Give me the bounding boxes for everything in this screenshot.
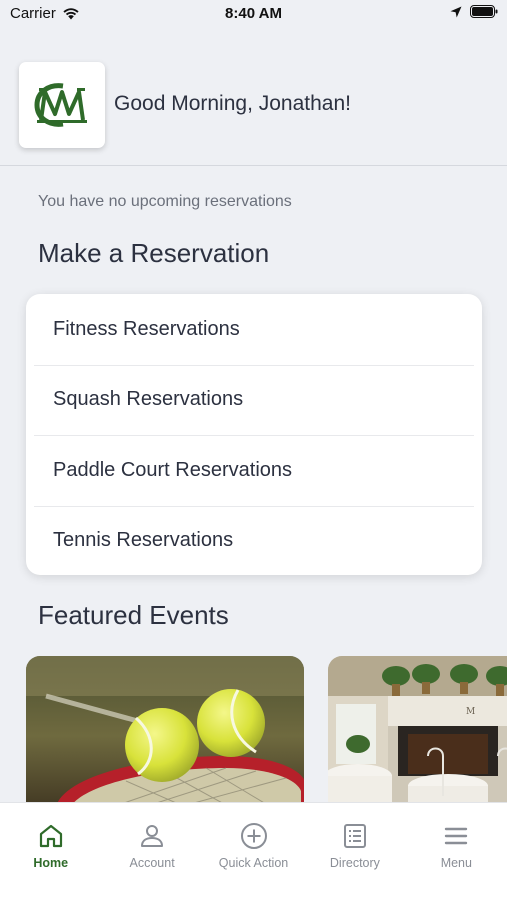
tab-home[interactable]: Home bbox=[0, 803, 101, 900]
tab-label: Quick Action bbox=[218, 856, 289, 870]
reservation-item-fitness[interactable]: Fitness Reservations bbox=[26, 294, 482, 365]
reservation-item-label: Tennis Reservations bbox=[53, 529, 234, 552]
tab-account[interactable]: Account bbox=[101, 803, 202, 900]
reservation-item-label: Paddle Court Reservations bbox=[53, 458, 293, 481]
header: Good Morning, Jonathan! bbox=[0, 52, 507, 166]
make-reservation-title: Make a Reservation bbox=[38, 238, 270, 268]
event-card-dining[interactable]: M bbox=[328, 656, 507, 802]
reservation-item-squash[interactable]: Squash Reservations bbox=[26, 364, 482, 436]
battery-icon bbox=[470, 5, 498, 18]
reservation-item-paddle-court[interactable]: Paddle Court Reservations bbox=[26, 435, 482, 506]
tab-label: Home bbox=[33, 856, 69, 870]
featured-events-carousel[interactable]: M bbox=[26, 656, 507, 802]
list-icon bbox=[343, 824, 366, 848]
reservation-item-label: Squash Reservations bbox=[53, 388, 244, 411]
club-monogram-logo bbox=[34, 83, 87, 127]
dining-event-image: M bbox=[328, 656, 507, 802]
status-bar: Carrier 8:40 AM bbox=[0, 0, 507, 28]
greeting-text: Good Morning, Jonathan! bbox=[114, 92, 351, 115]
tab-label: Account bbox=[129, 856, 175, 870]
tab-label: Menu bbox=[440, 856, 472, 870]
tab-directory[interactable]: Directory bbox=[304, 803, 405, 900]
featured-events-title: Featured Events bbox=[38, 600, 229, 630]
tab-bar: Home Account Quick Action Directory Menu bbox=[0, 802, 507, 900]
reservation-item-tennis[interactable]: Tennis Reservations bbox=[26, 505, 482, 576]
home-icon bbox=[39, 824, 62, 848]
status-time: 8:40 AM bbox=[225, 5, 282, 22]
plus-circle-icon bbox=[240, 823, 267, 849]
mantel-monogram: M bbox=[466, 707, 475, 717]
tab-quick-action[interactable]: Quick Action bbox=[203, 803, 304, 900]
event-card-tennis[interactable] bbox=[26, 656, 304, 802]
location-arrow-icon bbox=[450, 6, 462, 17]
person-icon bbox=[141, 825, 164, 847]
reservation-list: Fitness Reservations Squash Reservations… bbox=[26, 294, 482, 575]
tennis-event-image bbox=[26, 656, 304, 802]
tab-menu[interactable]: Menu bbox=[406, 803, 507, 900]
club-logo bbox=[19, 62, 105, 148]
no-reservations-text: You have no upcoming reservations bbox=[38, 193, 292, 210]
reservation-item-label: Fitness Reservations bbox=[53, 317, 240, 340]
tab-label: Directory bbox=[329, 856, 380, 870]
hamburger-icon bbox=[445, 827, 468, 845]
